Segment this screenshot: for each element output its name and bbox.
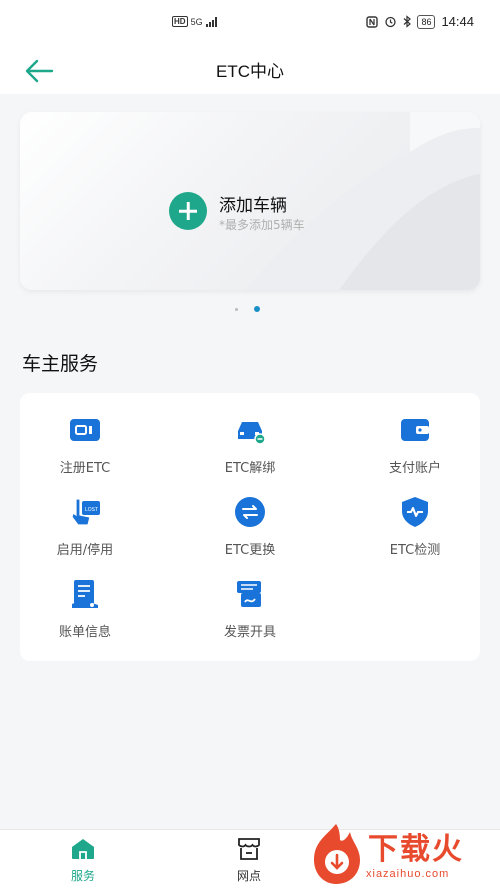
- service-payment-account[interactable]: 支付账户: [350, 413, 480, 476]
- service-grid: 注册ETC ETC解绑 支付账户 LOST 启用/停用 ETC更换 ETC检测 …: [20, 393, 480, 661]
- nav-service[interactable]: 服务: [53, 838, 113, 884]
- battery-level: 86: [417, 14, 436, 29]
- service-label: 支付账户: [388, 461, 441, 476]
- carousel-indicator: [235, 306, 260, 312]
- alarm-icon: [385, 16, 397, 28]
- carousel-dot[interactable]: [235, 307, 238, 311]
- add-vehicle-banner[interactable]: 添加车辆 *最多添加5辆车: [20, 112, 480, 290]
- section-title: 车主服务: [22, 353, 99, 375]
- bill-icon: [72, 580, 98, 608]
- watermark: 下载火 xiazaihuo.com: [300, 822, 500, 889]
- service-register-etc[interactable]: 注册ETC: [20, 413, 150, 476]
- title-bar: ETC中心: [0, 48, 500, 94]
- card-icon: [70, 419, 100, 441]
- clock: 14:44: [441, 14, 474, 29]
- nav-label: 服务: [70, 869, 95, 883]
- service-enable-disable[interactable]: LOST 启用/停用: [20, 495, 150, 558]
- status-left: HD 5G: [172, 16, 218, 27]
- bluetooth-icon: [404, 15, 412, 28]
- service-label: 注册ETC: [59, 461, 111, 476]
- service-label: ETC检测: [389, 543, 441, 558]
- add-vehicle-title: 添加车辆: [219, 196, 287, 216]
- watermark-url: xiazaihuo.com: [366, 868, 450, 880]
- service-etc-check[interactable]: ETC检测: [350, 495, 480, 558]
- service-label: 账单信息: [58, 625, 111, 640]
- page-title: ETC中心: [216, 62, 284, 81]
- service-bill-info[interactable]: 账单信息: [20, 577, 150, 640]
- hand-pointer-icon: LOST: [71, 498, 100, 526]
- shield-check-icon: [402, 497, 428, 527]
- carousel-dot-active[interactable]: [254, 306, 260, 312]
- swap-icon: [235, 497, 265, 527]
- service-etc-replace[interactable]: ETC更换: [185, 495, 315, 558]
- signal-icon: [205, 16, 217, 27]
- invoice-icon: [237, 581, 261, 607]
- nav-outlet[interactable]: 网点: [219, 838, 279, 884]
- nav-label: 网点: [236, 869, 261, 883]
- status-bar: HD 5G 86 14:44: [0, 0, 500, 48]
- network-label: 5G: [190, 16, 203, 27]
- car-icon: [238, 422, 266, 445]
- hd-badge: HD: [172, 16, 188, 27]
- service-label: 发票开具: [223, 625, 276, 640]
- svg-text:LOST: LOST: [85, 507, 98, 513]
- service-label: ETC解绑: [224, 461, 276, 476]
- home-icon: [72, 839, 94, 859]
- nfc-icon: [366, 15, 379, 28]
- flame-logo-icon: [314, 824, 360, 884]
- status-right: 86 14:44: [366, 14, 474, 29]
- add-vehicle-hint: *最多添加5辆车: [219, 218, 305, 232]
- service-invoice[interactable]: 发票开具: [185, 577, 315, 640]
- store-icon: [238, 838, 260, 860]
- wallet-icon: [401, 419, 429, 441]
- service-etc-unbind[interactable]: ETC解绑: [185, 413, 315, 476]
- service-label: 启用/停用: [56, 543, 114, 558]
- banner-decoration: [244, 112, 480, 290]
- add-vehicle-button[interactable]: [169, 192, 207, 230]
- service-label: ETC更换: [224, 543, 276, 558]
- watermark-text: 下载火: [368, 832, 464, 867]
